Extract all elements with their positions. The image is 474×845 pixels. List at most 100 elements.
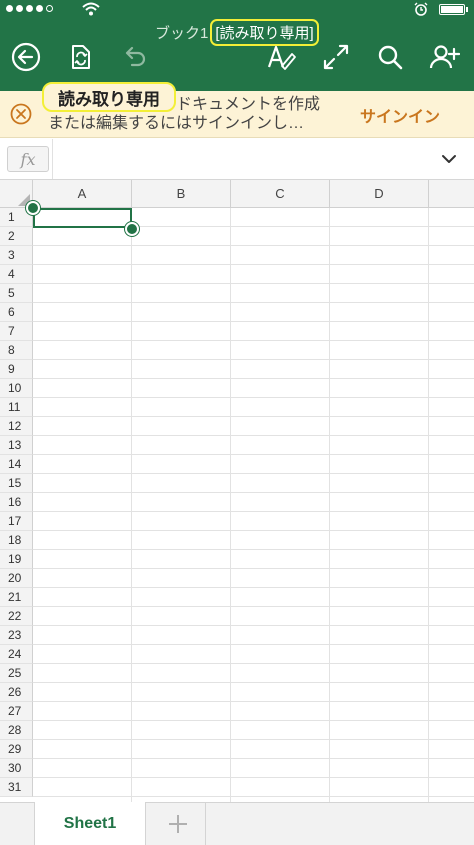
table-row[interactable] [33,778,474,797]
search-button[interactable] [371,40,409,74]
table-row[interactable] [33,683,474,702]
battery-icon [439,4,465,15]
file-sync-icon [72,45,90,69]
row-header-24[interactable]: 24 [0,645,33,664]
row-header-7[interactable]: 7 [0,322,33,341]
row-header-28[interactable]: 28 [0,721,33,740]
spreadsheet-grid[interactable]: ABCDE 1234567891011121314151617181920212… [0,180,474,802]
row-header-4[interactable]: 4 [0,265,33,284]
formula-input[interactable] [52,139,432,179]
alarm-icon [414,2,428,16]
signal-icon [6,5,53,12]
table-row[interactable] [33,588,474,607]
row-header-16[interactable]: 16 [0,493,33,512]
row-header-5[interactable]: 5 [0,284,33,303]
table-row[interactable] [33,417,474,436]
table-row[interactable] [33,512,474,531]
wifi-icon [82,2,100,16]
row-header-12[interactable]: 12 [0,417,33,436]
row-header-27[interactable]: 27 [0,702,33,721]
table-row[interactable] [33,322,474,341]
column-header-c[interactable]: C [231,180,330,208]
table-row[interactable] [33,246,474,265]
chevron-down-icon[interactable] [440,150,458,168]
plus-icon [168,815,187,833]
add-person-icon [429,45,460,69]
row-header-18[interactable]: 18 [0,531,33,550]
row-header-10[interactable]: 10 [0,379,33,398]
title-document-name: ブック1 [155,24,209,42]
row-header-30[interactable]: 30 [0,759,33,778]
row-header-26[interactable]: 26 [0,683,33,702]
row-header-22[interactable]: 22 [0,607,33,626]
table-row[interactable] [33,626,474,645]
table-row[interactable] [33,493,474,512]
row-header-19[interactable]: 19 [0,550,33,569]
table-row[interactable] [33,474,474,493]
table-row[interactable] [33,303,474,322]
add-sheet-button[interactable] [150,803,206,845]
column-header-a[interactable]: A [33,180,132,208]
file-sync-button[interactable] [61,40,99,74]
fx-label[interactable]: fx [7,146,49,172]
row-header-13[interactable]: 13 [0,436,33,455]
table-row[interactable] [33,550,474,569]
row-header-21[interactable]: 21 [0,588,33,607]
row-header-25[interactable]: 25 [0,664,33,683]
share-button[interactable] [425,40,463,74]
row-header-8[interactable]: 8 [0,341,33,360]
signin-link[interactable]: サインイン [360,103,440,127]
row-header-2[interactable]: 2 [0,227,33,246]
cell-area[interactable] [33,208,474,802]
table-row[interactable] [33,664,474,683]
table-row[interactable] [33,360,474,379]
table-row[interactable] [33,721,474,740]
table-row[interactable] [33,227,474,246]
close-icon[interactable] [10,103,32,125]
fullscreen-button[interactable] [317,40,355,74]
table-row[interactable] [33,531,474,550]
row-header-29[interactable]: 29 [0,740,33,759]
table-row[interactable] [33,645,474,664]
row-header-3[interactable]: 3 [0,246,33,265]
row-header-31[interactable]: 31 [0,778,33,797]
sheet-tab-sheet1[interactable]: Sheet1 [34,802,146,845]
table-row[interactable] [33,759,474,778]
selected-cell-a1[interactable] [33,208,132,228]
row-header-15[interactable]: 15 [0,474,33,493]
column-header-d[interactable]: D [330,180,429,208]
back-button[interactable] [7,40,45,74]
table-row[interactable] [33,607,474,626]
table-row[interactable] [33,740,474,759]
fullscreen-icon [323,44,349,70]
undo-button[interactable] [115,40,153,74]
undo-icon [125,46,146,67]
table-row[interactable] [33,398,474,417]
table-row[interactable] [33,341,474,360]
column-header-e[interactable]: E [429,180,474,208]
status-bar [0,0,474,18]
draw-button[interactable] [262,40,300,74]
table-row[interactable] [33,379,474,398]
row-header-6[interactable]: 6 [0,303,33,322]
column-header-b[interactable]: B [132,180,231,208]
table-row[interactable] [33,569,474,588]
row-header-23[interactable]: 23 [0,626,33,645]
search-icon [378,45,403,70]
table-row[interactable] [33,702,474,721]
row-header-11[interactable]: 11 [0,398,33,417]
row-header-9[interactable]: 9 [0,360,33,379]
pen-icon [267,45,296,70]
readonly-callout: 読み取り専用 [42,82,176,112]
selection-handle-top-left[interactable] [26,201,40,215]
row-header-14[interactable]: 14 [0,455,33,474]
excel-app: ブック1 [読み取り専用] ドキュメントを作成 または編集するにはサインインし…… [0,0,474,845]
row-header-20[interactable]: 20 [0,569,33,588]
selection-handle-bottom-right[interactable] [125,222,139,236]
table-row[interactable] [33,455,474,474]
table-row[interactable] [33,265,474,284]
row-header-17[interactable]: 17 [0,512,33,531]
table-row[interactable] [33,284,474,303]
back-arrow-icon [11,42,41,72]
table-row[interactable] [33,436,474,455]
